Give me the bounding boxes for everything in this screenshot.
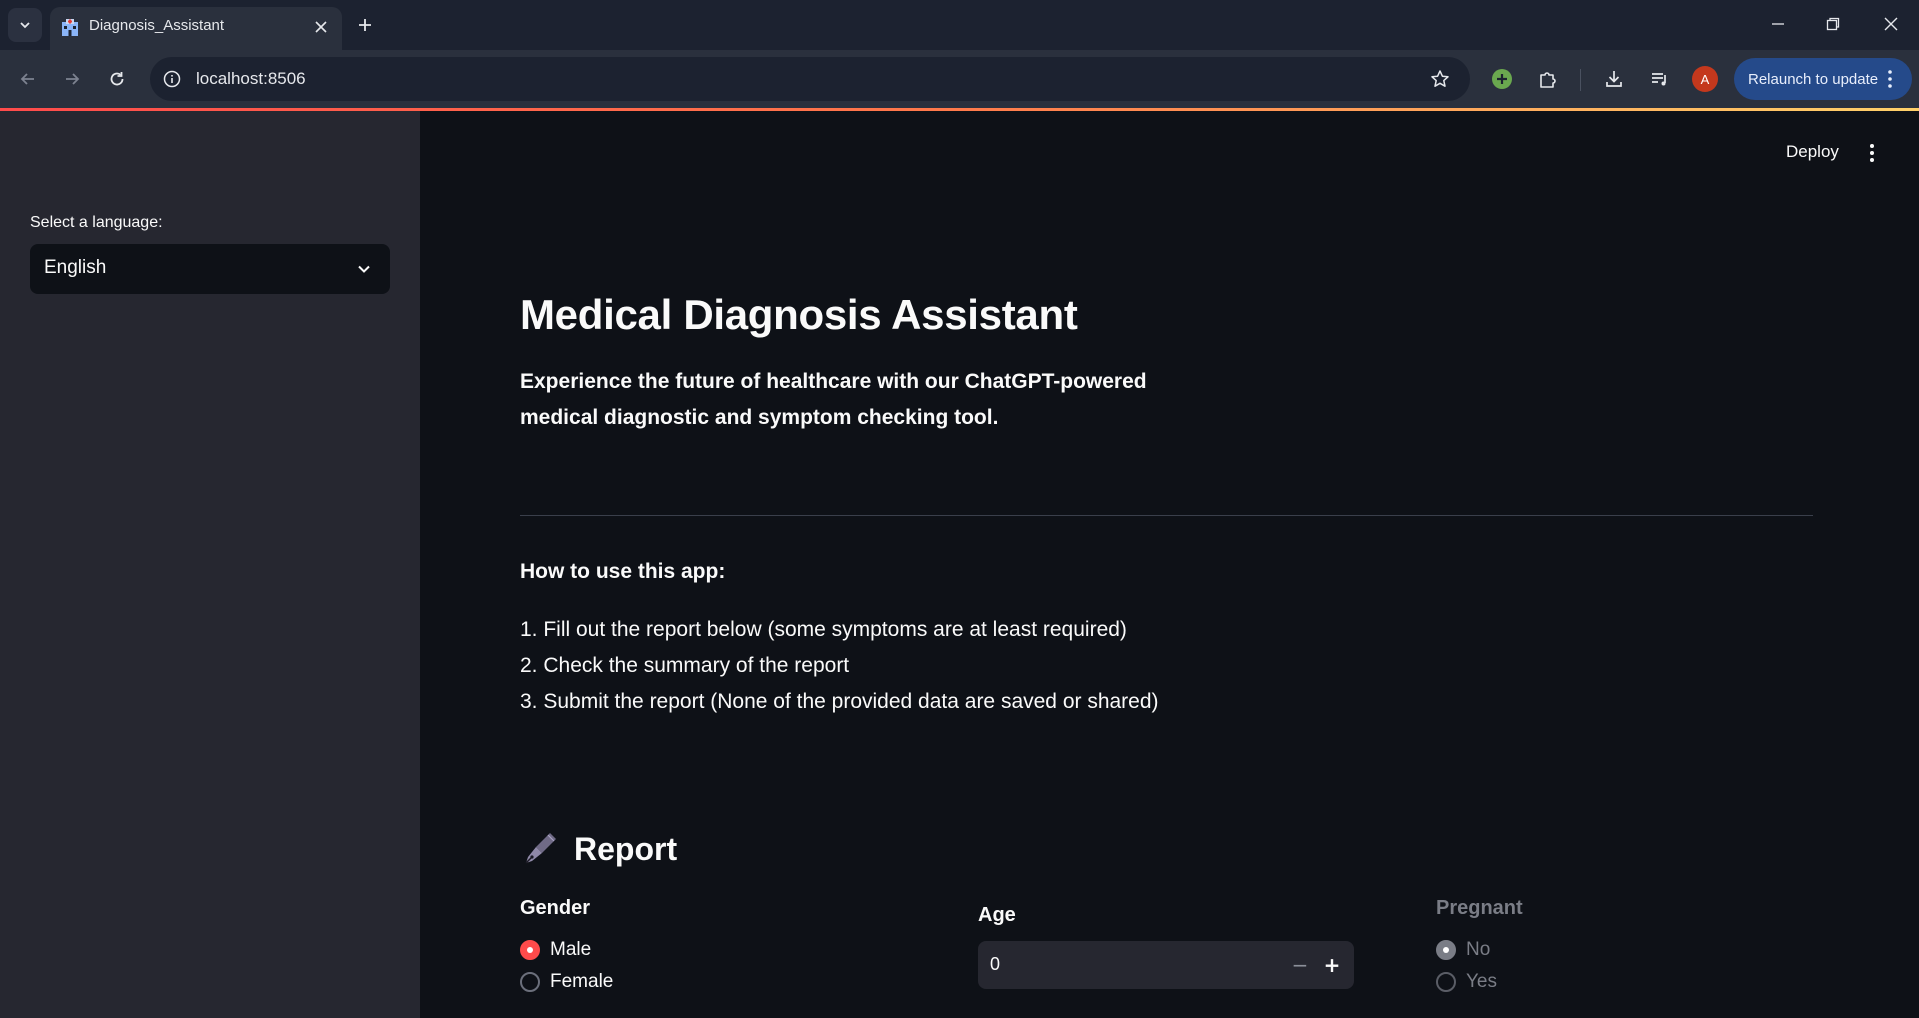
howto-step: 1. Fill out the report below (some sympt… [520,618,1127,641]
extension-button[interactable] [1486,63,1518,95]
browser-menu-button[interactable] [1880,69,1900,89]
tab-title: Diagnosis_Assistant [89,17,225,34]
reload-icon [110,72,124,86]
forward-button[interactable] [56,63,88,95]
pregnant-option-yes[interactable]: Yes [1436,970,1497,994]
language-value: English [44,257,107,278]
age-label: Age [978,904,1016,926]
profile-avatar[interactable]: A [1692,66,1718,92]
pregnant-label: Pregnant [1436,897,1523,919]
radio-selected[interactable] [520,940,540,960]
star-icon [1431,70,1449,87]
more-vertical-icon [1870,144,1874,162]
howto-heading: How to use this app: [520,560,726,583]
tab-close-button[interactable] [310,16,332,38]
arrow-left-icon [20,73,34,85]
address-bar[interactable]: localhost:8506 [150,57,1470,101]
plus-icon [359,19,371,31]
age-decrement-button[interactable]: − [1284,949,1316,981]
pregnant-option-no[interactable]: No [1436,938,1490,962]
chevron-down-icon [20,22,30,29]
relaunch-button[interactable]: Relaunch to update [1734,58,1912,100]
arrow-right-icon [66,73,80,85]
back-button[interactable] [12,63,44,95]
radio-unselected-disabled[interactable] [1436,972,1456,992]
howto-step: 3. Submit the report (None of the provid… [520,690,1159,713]
language-select[interactable]: English [30,244,390,294]
extension-plus-icon [1492,69,1512,89]
radio-label: No [1466,939,1491,960]
main-content: Deploy Medical Diagnosis Assistant Exper… [420,111,1919,1018]
report-title: Report [574,830,678,867]
puzzle-icon [1540,72,1556,88]
age-input[interactable]: 0 − + [978,941,1354,989]
playlist-icon [1652,73,1666,86]
radio-label: Yes [1466,971,1497,992]
plus-icon: + [1323,953,1341,977]
report-heading: Report [520,827,677,871]
minimize-icon [1772,23,1784,25]
reload-button[interactable] [101,63,133,95]
sidebar: Select a language: English [0,111,420,1018]
close-icon [1884,17,1898,31]
language-label: Select a language: [30,214,163,231]
browser-toolbar: localhost:8506 A Relaunch to update [0,50,1919,108]
gender-option-male[interactable]: Male [520,938,591,962]
minimize-button[interactable] [1758,8,1798,40]
minus-icon: − [1291,953,1309,977]
browser-tab[interactable]: Diagnosis_Assistant [50,7,342,50]
downloads-button[interactable] [1598,63,1630,95]
chevron-down-icon [354,259,374,279]
toolbar-separator [1580,69,1581,91]
howto-step: 2. Check the summary of the report [520,654,850,677]
hospital-icon [62,19,78,36]
bookmark-button[interactable] [1428,67,1452,91]
radio-label: Female [550,971,614,992]
page-subtitle: Experience the future of healthcare with… [520,370,1147,429]
site-info-button[interactable] [160,67,184,91]
age-value: 0 [990,954,1001,974]
info-icon [163,70,181,88]
restore-icon [1826,17,1840,31]
extensions-menu-button[interactable] [1532,63,1564,95]
new-tab-button[interactable] [352,12,378,38]
radio-selected-disabled[interactable] [1436,940,1456,960]
gender-option-female[interactable]: Female [520,970,613,994]
howto-steps: 1. Fill out the report below (some sympt… [520,612,1159,720]
browser-tab-bar: Diagnosis_Assistant [0,0,1919,50]
fountain-pen-icon [525,833,556,864]
app-menu-button[interactable] [1860,139,1884,167]
media-controls-button[interactable] [1644,63,1676,95]
more-vertical-icon [1888,70,1892,88]
relaunch-label: Relaunch to update [1748,70,1879,88]
gender-label: Gender [520,897,591,919]
deploy-button[interactable]: Deploy [1786,142,1839,162]
radio-unselected[interactable] [520,972,540,992]
download-icon [1606,71,1622,87]
divider [520,515,1813,516]
close-window-button[interactable] [1871,8,1911,40]
page-title: Medical Diagnosis Assistant [520,291,1078,338]
restore-button[interactable] [1813,8,1853,40]
radio-label: Male [550,939,592,960]
tab-search-button[interactable] [8,8,42,42]
close-icon [315,21,327,33]
age-increment-button[interactable]: + [1316,949,1348,981]
url-text: localhost:8506 [196,69,306,88]
